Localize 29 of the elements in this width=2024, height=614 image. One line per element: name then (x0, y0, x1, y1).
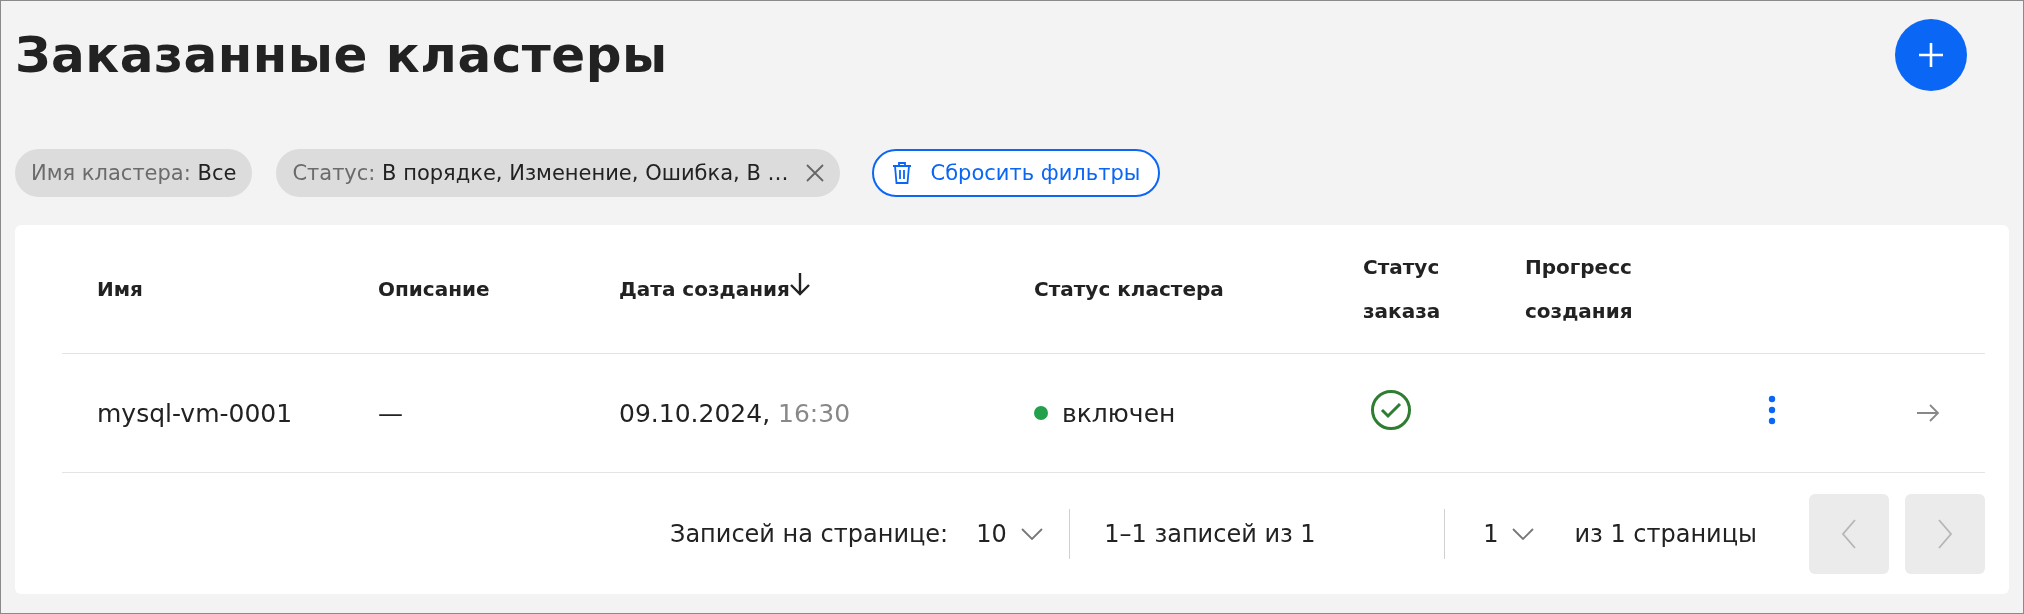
filter-chip[interactable]: Статус: В порядке, Изменение, Ошибка, В … (276, 149, 841, 197)
column-header[interactable]: Статус кластера (999, 267, 1224, 311)
chevron-right-icon (1937, 518, 1953, 549)
column-header[interactable]: Прогресс создания (1490, 245, 1635, 333)
chevron-down-icon (1020, 527, 1043, 540)
filter-chip[interactable]: Имя кластера: Все (15, 149, 253, 197)
cluster-status: включен (1062, 398, 1176, 428)
page-count: из 1 страницы (1574, 519, 1757, 548)
column-header[interactable]: Имя (62, 267, 143, 311)
trash-icon (892, 161, 913, 185)
plus-icon (1918, 42, 1944, 68)
more-options-icon[interactable] (1768, 395, 1776, 425)
chevron-left-icon (1841, 518, 1857, 549)
column-header[interactable]: Дата создания (619, 267, 790, 311)
close-icon[interactable] (806, 164, 825, 182)
description-cell: — (378, 398, 403, 428)
records-range: 1–1 записей из 1 (1104, 519, 1316, 548)
page-title: Заказанные кластеры (15, 26, 668, 84)
page-select[interactable]: 1 (1483, 519, 1535, 548)
reset-filters-button[interactable]: Сбросить фильтры (872, 149, 1161, 197)
creation-date: 09.10.2024, 16:30 (619, 398, 851, 428)
column-header[interactable]: Описание (343, 267, 490, 311)
rows-per-page-label: Записей на странице: (670, 519, 949, 548)
sort-down-arrow-icon[interactable] (789, 272, 810, 296)
rows-per-page-select[interactable]: 10 (976, 519, 1043, 548)
cluster-name: mysql-vm-0001 (97, 398, 293, 428)
column-header[interactable]: Статус заказа (1328, 245, 1473, 333)
arrow-right-icon[interactable] (1916, 403, 1940, 422)
chevron-down-icon (1512, 527, 1535, 540)
